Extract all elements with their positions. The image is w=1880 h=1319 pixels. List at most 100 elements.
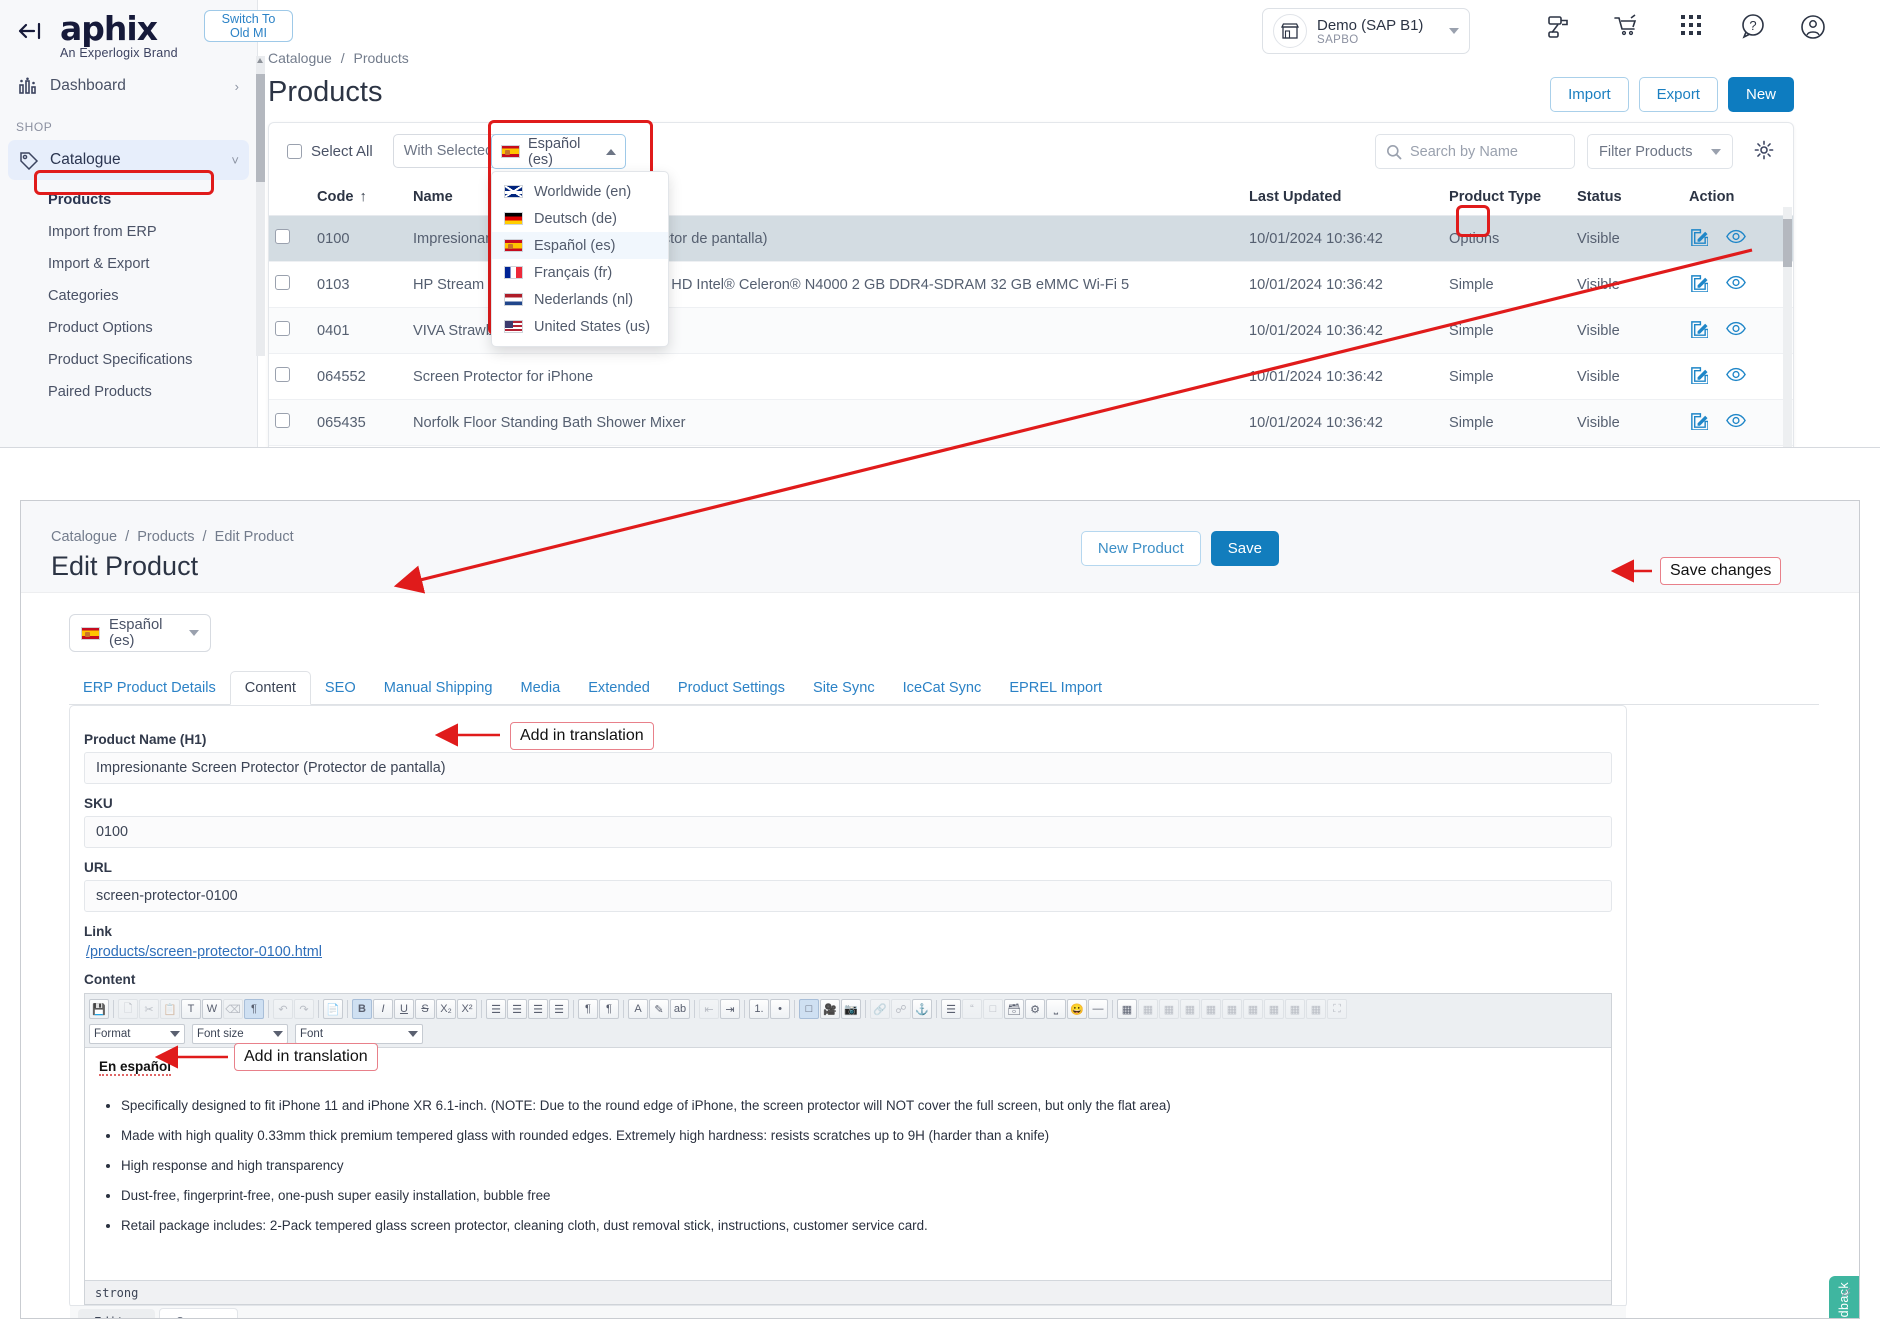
settings-icon[interactable]: ⚙ — [1025, 999, 1045, 1019]
save-button[interactable]: Save — [1211, 531, 1279, 566]
language-dropdown-menu[interactable]: Worldwide (en)Deutsch (de)Español (es)Fr… — [491, 171, 669, 347]
font-size-select[interactable]: Font size — [192, 1024, 288, 1044]
superscript-icon[interactable]: X² — [457, 999, 477, 1019]
row-checkbox[interactable] — [275, 275, 290, 290]
breadcrumb-catalogue[interactable]: Catalogue — [268, 50, 332, 66]
sidebar-item-dashboard[interactable]: Dashboard › — [8, 66, 249, 106]
rtl-icon[interactable]: ¶ — [578, 999, 598, 1019]
cell-props-icon[interactable]: ▦ — [1306, 999, 1326, 1019]
anchor-icon[interactable]: ⚓ — [912, 999, 932, 1019]
bulleted-list-icon[interactable]: • — [770, 999, 790, 1019]
sidebar-subitem-products[interactable]: Products — [0, 184, 257, 216]
table-scrollbar[interactable] — [1783, 207, 1792, 448]
import-button[interactable]: Import — [1550, 77, 1629, 112]
switch-to-old-mi-button[interactable]: Switch To Old MI — [204, 10, 293, 42]
bold-icon[interactable]: B — [352, 999, 372, 1019]
paint-roller-icon[interactable] — [1545, 12, 1575, 47]
cut-icon[interactable]: ✂ — [139, 999, 159, 1019]
product-link[interactable]: /products/screen-protector-0100.html — [86, 944, 1612, 960]
store-selector[interactable]: Demo (SAP B1) SAPBO — [1262, 8, 1470, 54]
copy-icon[interactable]: 🗋 — [118, 999, 138, 1019]
column-header-status[interactable]: Status — [1571, 179, 1683, 216]
templates-icon[interactable]: 📄 — [323, 999, 343, 1019]
edit-icon[interactable] — [1689, 273, 1708, 296]
tab-extended[interactable]: Extended — [574, 672, 664, 704]
preview-eye-icon[interactable] — [1726, 413, 1746, 432]
export-button[interactable]: Export — [1639, 77, 1718, 112]
edit-icon[interactable] — [1689, 227, 1708, 250]
tab-seo[interactable]: SEO — [311, 672, 370, 704]
tab-icecat-sync[interactable]: IceCat Sync — [889, 672, 996, 704]
product-name-input[interactable]: Impresionante Screen Protector (Protecto… — [84, 752, 1612, 784]
indent-icon[interactable]: ⇥ — [720, 999, 740, 1019]
preview-eye-icon[interactable] — [1726, 229, 1746, 248]
format-select[interactable]: Format — [89, 1024, 185, 1044]
maximize-icon[interactable]: ⛶ — [1327, 999, 1347, 1019]
spell-check-icon[interactable]: ab — [670, 999, 690, 1019]
language-option-fr[interactable]: Français (fr) — [492, 259, 668, 286]
undo-icon[interactable]: ↶ — [273, 999, 293, 1019]
italic-icon[interactable]: I — [373, 999, 393, 1019]
tab-manual-shipping[interactable]: Manual Shipping — [370, 672, 507, 704]
row-checkbox-cell[interactable] — [269, 308, 311, 354]
filter-products-dropdown[interactable]: Filter Products — [1587, 134, 1733, 169]
language-option-us[interactable]: United States (us) — [492, 313, 668, 340]
row-checkbox-cell[interactable] — [269, 354, 311, 400]
page-break-icon[interactable]: — — [1088, 999, 1108, 1019]
paste-icon[interactable]: 📋 — [160, 999, 180, 1019]
user-avatar-icon[interactable] — [1798, 12, 1828, 47]
edit-breadcrumb-catalogue[interactable]: Catalogue — [51, 529, 117, 545]
column-header-last-updated[interactable]: Last Updated — [1243, 179, 1443, 216]
tab-media[interactable]: Media — [506, 672, 574, 704]
underline-icon[interactable]: U — [394, 999, 414, 1019]
edit-icon[interactable] — [1689, 319, 1708, 342]
image-icon[interactable]: 📷 — [841, 999, 861, 1019]
language-option-es[interactable]: Español (es) — [492, 232, 668, 259]
language-option-de[interactable]: Deutsch (de) — [492, 205, 668, 232]
row-checkbox-cell[interactable] — [269, 400, 311, 446]
unlink-icon[interactable]: ☍ — [891, 999, 911, 1019]
row-checkbox-cell[interactable] — [269, 216, 311, 262]
language-selector[interactable]: Español (es) — [491, 134, 626, 169]
preview-eye-icon[interactable] — [1726, 275, 1746, 294]
scrollbar-thumb[interactable] — [256, 74, 265, 182]
edit-language-selector[interactable]: Español (es) — [69, 614, 211, 652]
cart-icon[interactable] — [1612, 12, 1642, 47]
remove-format-icon[interactable]: ⌫ — [223, 999, 243, 1019]
align-left-icon[interactable]: ☰ — [486, 999, 506, 1019]
blockquote-icon[interactable]: ☰ — [941, 999, 961, 1019]
help-icon[interactable]: ? — [1738, 12, 1768, 47]
ltr-icon[interactable]: ¶ — [599, 999, 619, 1019]
show-blocks-icon[interactable]: ¶ — [244, 999, 264, 1019]
tab-erp-product-details[interactable]: ERP Product Details — [69, 672, 230, 704]
resize-grip[interactable] — [1841, 1284, 1851, 1294]
preview-eye-icon[interactable] — [1726, 321, 1746, 340]
sidebar-subitem-categories[interactable]: Categories — [0, 280, 257, 312]
paste-text-icon[interactable]: T — [181, 999, 201, 1019]
sku-input[interactable]: 0100 — [84, 816, 1612, 848]
feedback-tab[interactable]: Feedback — [1829, 1276, 1859, 1319]
search-input[interactable]: Search by Name — [1375, 134, 1575, 169]
new-product-button[interactable]: New — [1728, 77, 1794, 112]
edit-icon[interactable] — [1689, 411, 1708, 434]
nbsp-icon[interactable]: ⎵ — [1046, 999, 1066, 1019]
align-center-icon[interactable]: ☰ — [507, 999, 527, 1019]
form-icon[interactable]: 🗃 — [1004, 999, 1024, 1019]
edit-breadcrumb-products[interactable]: Products — [137, 529, 194, 545]
preview-eye-icon[interactable] — [1726, 367, 1746, 386]
language-option-en[interactable]: Worldwide (en) — [492, 178, 668, 205]
row-checkbox[interactable] — [275, 413, 290, 428]
sidebar-subitem-product-specifications[interactable]: Product Specifications — [0, 344, 257, 376]
row-checkbox[interactable] — [275, 367, 290, 382]
table-row[interactable]: 064552Screen Protector for iPhone10/01/2… — [269, 354, 1793, 400]
sidebar-scrollbar[interactable] — [256, 56, 265, 356]
table-cell-icon[interactable]: ▦ — [1159, 999, 1179, 1019]
split-icon[interactable]: ▦ — [1285, 999, 1305, 1019]
table-props-icon[interactable]: ▦ — [1138, 999, 1158, 1019]
paste-word-icon[interactable]: W — [202, 999, 222, 1019]
breadcrumb-products[interactable]: Products — [354, 50, 409, 66]
select-all-checkbox[interactable] — [287, 144, 302, 159]
new-product-button[interactable]: New Product — [1081, 531, 1201, 566]
align-right-icon[interactable]: ☰ — [528, 999, 548, 1019]
redo-icon[interactable]: ↷ — [294, 999, 314, 1019]
